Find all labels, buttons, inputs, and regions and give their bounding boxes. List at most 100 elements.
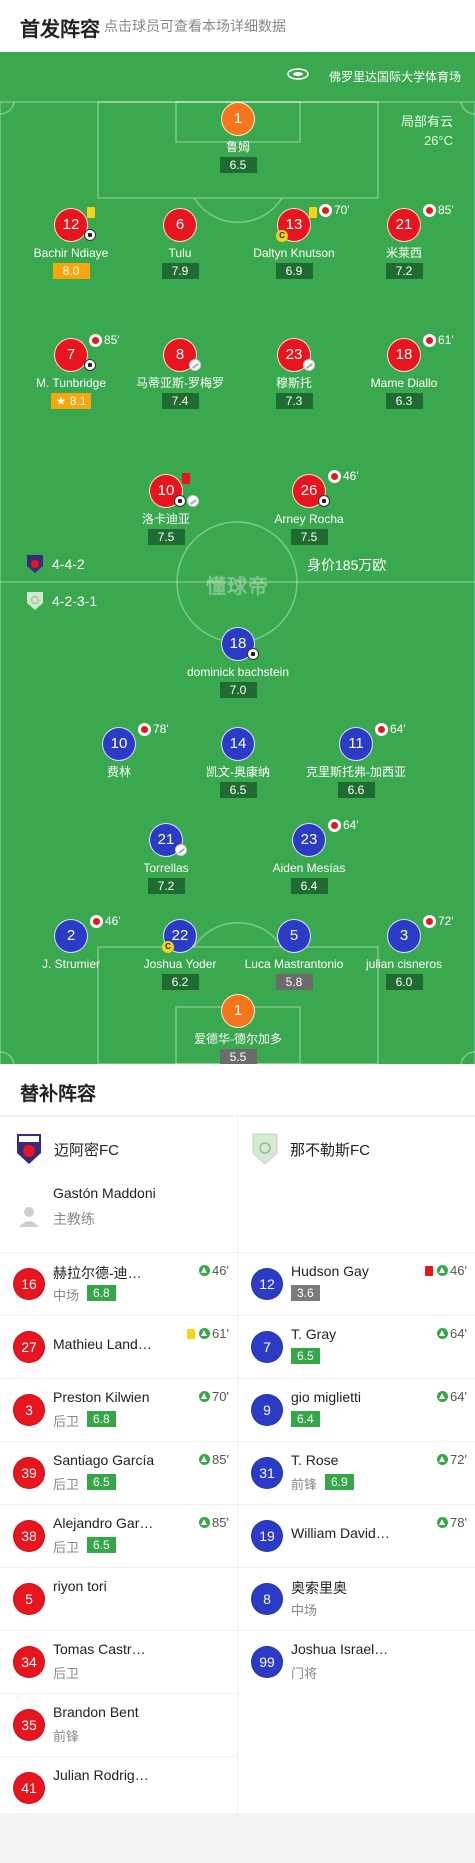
captain-icon: C — [162, 941, 174, 953]
sub-list-item[interactable]: 27 Mathieu Land… 61' — [0, 1315, 237, 1378]
home-player[interactable]: 18 61' Mame Diallo 6.3 — [339, 333, 469, 410]
sub-position: 后卫 — [53, 1477, 80, 1492]
player-name: 克里斯托弗-加西亚 — [306, 765, 406, 779]
sub-list-item[interactable]: 38 Alejandro Gar… 后卫 6.5 85' — [0, 1504, 237, 1567]
sub-time: 72' — [438, 914, 454, 928]
sub-list-item[interactable]: 34 Tomas Castr… 后卫 — [0, 1630, 237, 1693]
sub-on-time: 64' — [437, 1389, 467, 1404]
away-player[interactable]: 18 dominick bachstein 7.0 — [173, 627, 303, 699]
player-name: 马蒂亚斯-罗梅罗 — [136, 376, 224, 390]
player-number: 3 — [387, 919, 421, 953]
player-name: 洛卡迪亚 — [141, 512, 190, 526]
sub-on-icon — [199, 1454, 211, 1465]
sub-list-item[interactable]: 5 riyon tori — [0, 1567, 237, 1630]
yellow-card-icon — [309, 207, 317, 218]
home-team-logo-icon — [17, 1134, 41, 1164]
player-rating: 8.0 — [52, 263, 90, 279]
sub-list-item[interactable]: 8 奥索里奥 中场 — [238, 1567, 475, 1630]
sub-on-icon — [437, 1391, 449, 1402]
sub-number: 9 — [251, 1394, 283, 1426]
sub-time: 70' — [212, 1389, 229, 1404]
player-name: Tulu — [168, 246, 192, 260]
player-rating: 7.5 — [290, 529, 328, 545]
home-player[interactable]: 1 鲁姆 6.5 — [173, 102, 303, 174]
away-player[interactable]: 1 爱德华-德尔加多 5.5 — [173, 994, 303, 1064]
player-rating: 6.4 — [290, 878, 328, 894]
player-rating: 6.5 — [219, 782, 257, 798]
venue-name: 佛罗里达国际大学体育场 — [328, 70, 461, 84]
away-team-logo-icon — [252, 1133, 278, 1165]
player-number: 18 — [387, 338, 421, 372]
away-player[interactable]: 11 64' 克里斯托弗-加西亚 6.6 — [291, 722, 421, 799]
yellow-card-icon — [187, 1328, 196, 1339]
page-title: 首发阵容 — [20, 19, 100, 41]
home-player[interactable]: 10 洛卡迪亚 7.5 — [101, 473, 231, 546]
sub-time: 85' — [212, 1452, 229, 1467]
sub-list-item[interactable]: 19 William David… 78' — [238, 1504, 475, 1567]
sub-list-item[interactable]: 41 Julian Rodrig… — [0, 1756, 237, 1819]
assist-boot-icon — [303, 359, 315, 371]
player-rating: 7.9 — [161, 263, 199, 279]
player-rating: 6.5 — [219, 157, 257, 173]
home-player[interactable]: 21 85' 米莱西 7.2 — [339, 203, 469, 280]
away-player[interactable]: 3 72' julian cisneros 6.0 — [339, 914, 469, 991]
weather-info: 局部有云 26°C — [401, 112, 453, 150]
sub-list-item[interactable]: 35 Brandon Bent 前锋 — [0, 1693, 237, 1756]
stadium-icon — [287, 68, 309, 80]
away-player[interactable]: 23 64' Aiden Mesías 6.4 — [244, 818, 374, 895]
sub-list-item[interactable]: 7 T. Gray 6.5 64' — [238, 1315, 475, 1378]
sub-list-item[interactable]: 3 Preston Kilwien 后卫 6.8 70' — [0, 1378, 237, 1441]
sub-name: 奥索里奥 — [291, 1580, 347, 1596]
sub-off-icon — [319, 203, 332, 217]
sub-list-item[interactable]: 16 赫拉尔德-迪… 中场 6.8 46' — [0, 1252, 237, 1315]
away-player[interactable]: 14 凯文-奥康纳 6.5 — [173, 727, 303, 799]
sub-list-item[interactable]: 31 T. Rose 前锋 6.9 72' — [238, 1441, 475, 1504]
sub-name: Hudson Gay — [291, 1263, 369, 1279]
sub-off-icon — [423, 203, 436, 217]
player-rating: 6.9 — [275, 263, 313, 279]
home-player[interactable]: 26 46' Arney Rocha 7.5 — [244, 469, 374, 546]
player-number: 2 — [54, 919, 88, 953]
sub-name: riyon tori — [53, 1578, 107, 1594]
sub-on-icon — [437, 1328, 449, 1339]
sub-on-time: 70' — [199, 1389, 229, 1404]
sub-number: 3 — [13, 1394, 45, 1426]
sub-list-item[interactable]: 12 Hudson Gay 3.6 46' — [238, 1252, 475, 1315]
sub-off-indicator: 46' — [328, 469, 359, 483]
sub-time: 46' — [343, 469, 359, 483]
player-rating: 6.0 — [385, 974, 423, 990]
away-player[interactable]: 10 78' 费林 — [54, 722, 184, 779]
player-name: 米莱西 — [385, 246, 422, 260]
sub-position: 前锋 — [291, 1477, 318, 1492]
player-number: 5 — [277, 919, 311, 953]
player-number: 7 — [54, 338, 88, 372]
sub-list-item[interactable]: 9 gio miglietti 6.4 64' — [238, 1378, 475, 1441]
sub-position: 后卫 — [53, 1666, 80, 1681]
sub-on-time: 46' — [425, 1263, 467, 1278]
coach-name: Gastón Maddoni — [53, 1185, 156, 1201]
player-rating: 6.3 — [385, 393, 423, 409]
player-rating: 7.2 — [147, 878, 185, 894]
sub-time: 64' — [450, 1389, 467, 1404]
sub-off-indicator: 61' — [423, 333, 454, 347]
home-player[interactable]: 8 马蒂亚斯-罗梅罗 7.4 — [115, 338, 245, 410]
sub-on-time: 61' — [187, 1326, 229, 1341]
away-player[interactable]: 22 C Joshua Yoder 6.2 — [115, 919, 245, 991]
player-rating: 7.3 — [275, 393, 313, 409]
sub-on-time: 46' — [199, 1263, 229, 1278]
home-player[interactable]: 6 Tulu 7.9 — [115, 208, 245, 280]
player-name: julian cisneros — [365, 957, 443, 971]
player-name: Mame Diallo — [370, 376, 438, 390]
sub-rating: 6.4 — [291, 1411, 320, 1427]
sub-number: 16 — [13, 1268, 45, 1300]
sub-list-item[interactable]: 39 Santiago García 后卫 6.5 85' — [0, 1441, 237, 1504]
page-subtitle: 点击球员可查看本场详细数据 — [104, 18, 286, 34]
sub-number: 34 — [13, 1646, 45, 1678]
away-player[interactable]: 21 Torrellas 7.2 — [101, 823, 231, 895]
sub-list-item[interactable]: 99 Joshua Israel… 门将 — [238, 1630, 475, 1693]
sub-name: Joshua Israel… — [291, 1641, 389, 1657]
pitch: 佛罗里达国际大学体育场 局部有云 26°C 懂球帝 4-4-2 4-2-3-1 … — [0, 52, 475, 1064]
sub-position: 后卫 — [53, 1414, 80, 1429]
player-rating: 5.8 — [275, 974, 313, 990]
player-number: 11 — [339, 727, 373, 761]
